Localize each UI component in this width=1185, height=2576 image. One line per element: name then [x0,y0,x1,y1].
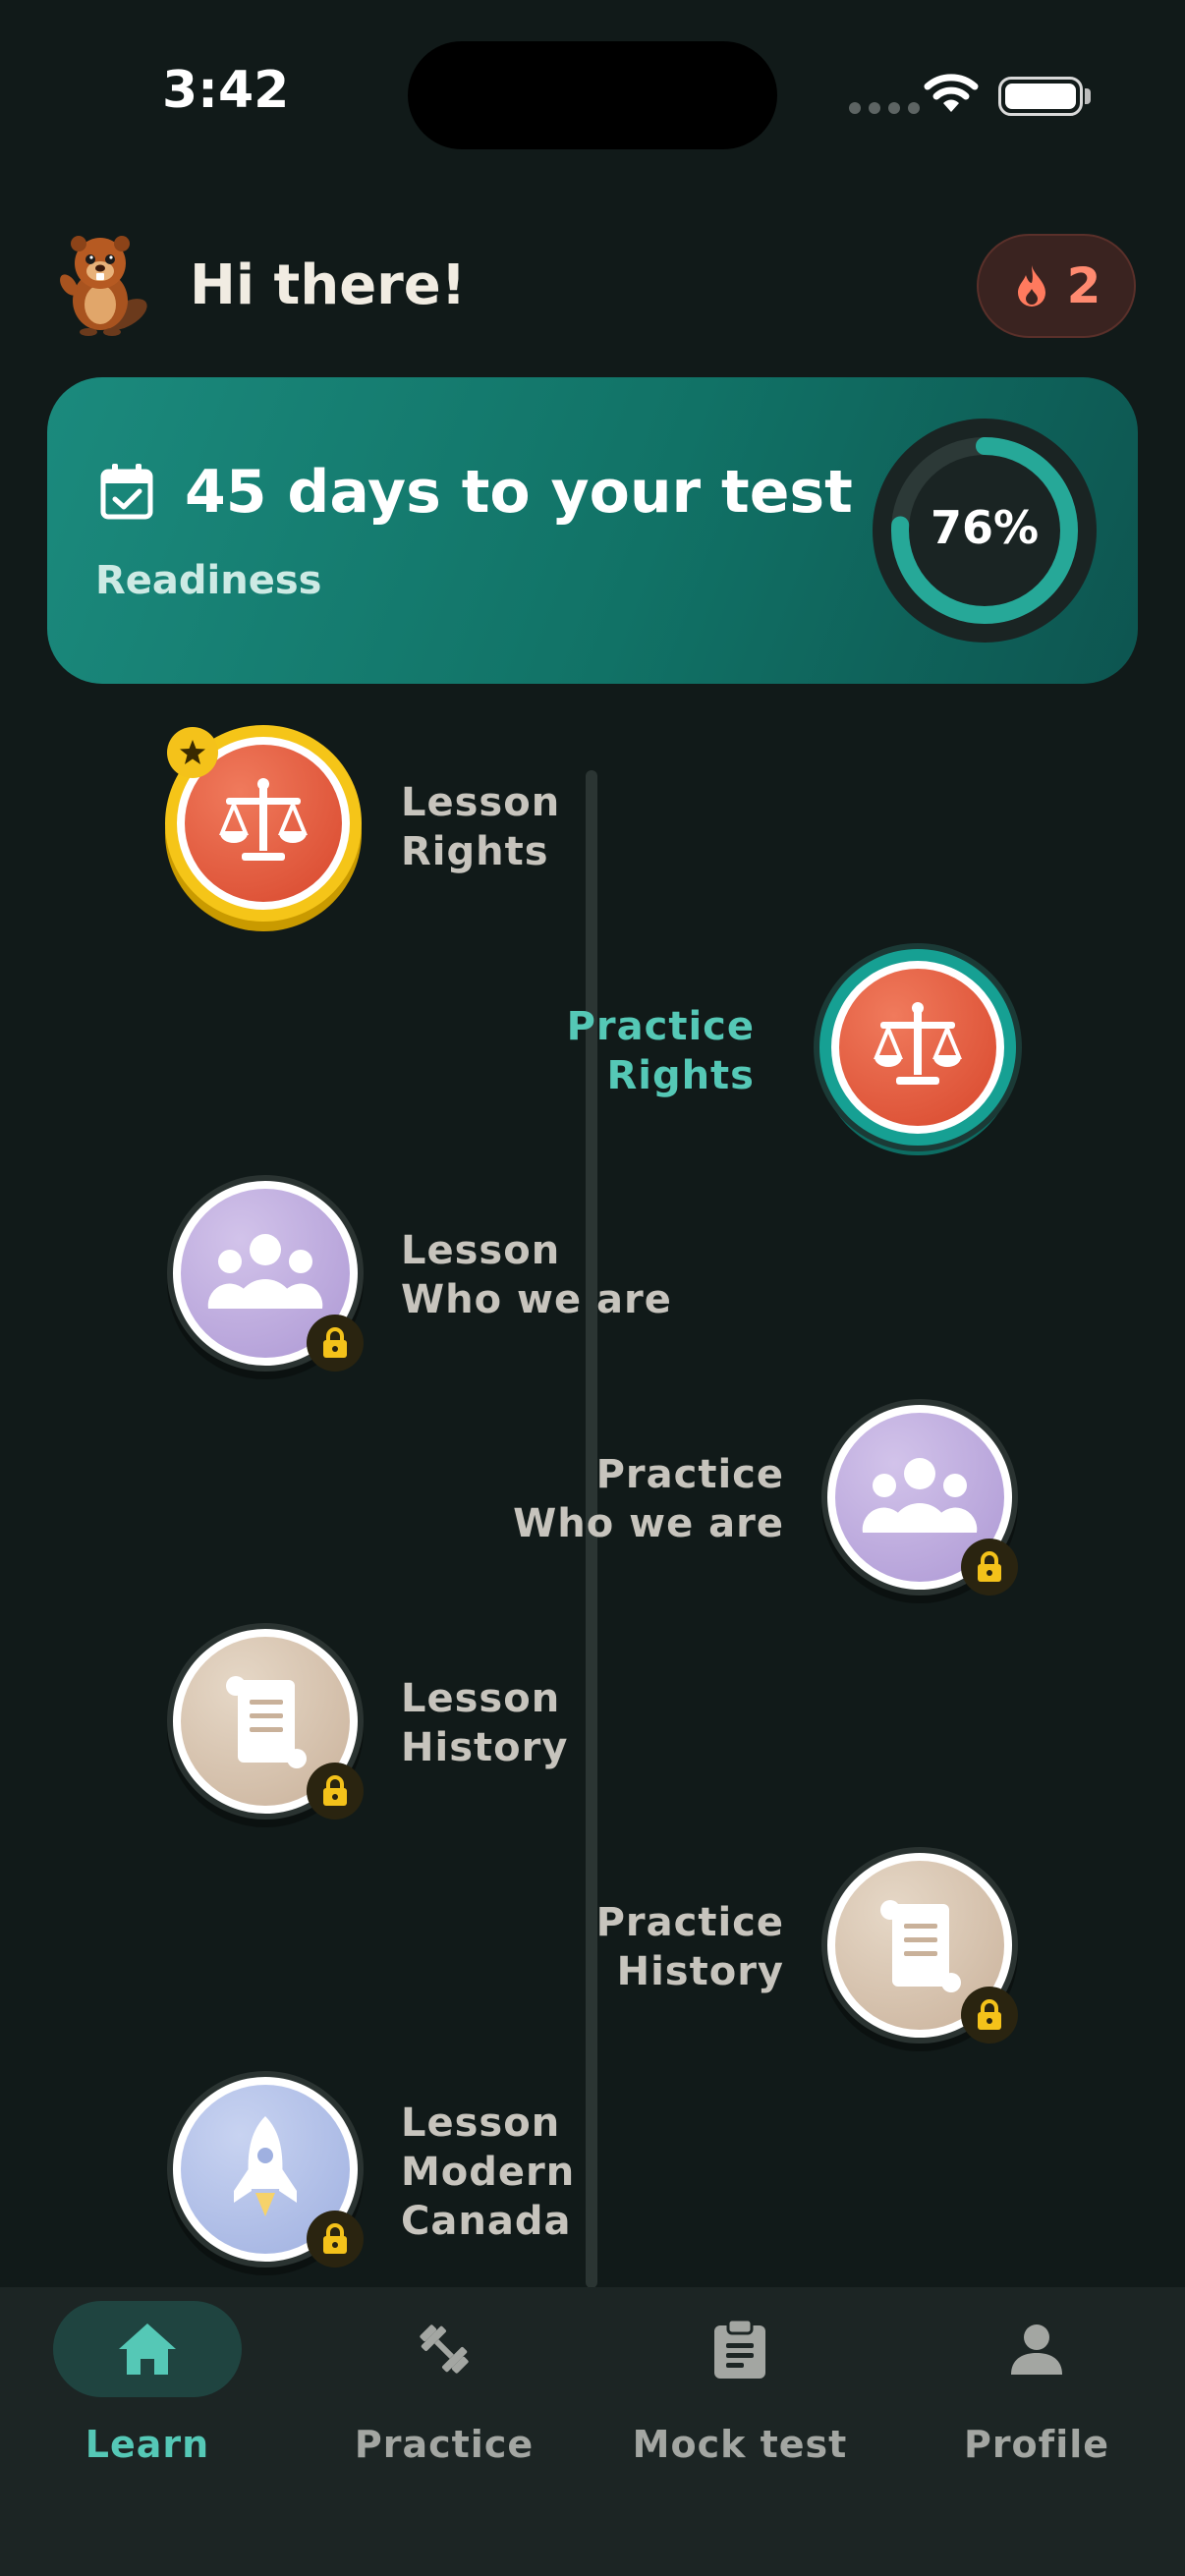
streak-count: 2 [1066,257,1101,314]
node-label-lesson-who-we-are: Lesson Who we are [401,1226,672,1324]
lock-badge [961,1539,1018,1596]
node-practice-rights[interactable] [819,949,1016,1146]
node-topic: Rights [606,1053,755,1098]
flame-icon [1017,265,1045,307]
node-kind: Lesson [401,2100,561,2146]
person-icon [1011,2324,1062,2375]
node-lesson-rights[interactable] [165,725,362,922]
node-label-practice-rights: Practice Rights [511,1002,755,1100]
node-kind: Lesson [401,780,561,825]
people-icon [207,1234,323,1309]
node-lesson-history[interactable] [167,1623,364,1820]
node-label-lesson-rights: Lesson Rights [401,778,560,876]
dumbbell-icon [420,2324,469,2374]
nav-learn[interactable]: Learn [29,2301,265,2478]
node-topic: Rights [401,829,549,874]
cellular-signal-icon [849,102,920,114]
node-lesson-who-we-are[interactable] [167,1175,364,1372]
lock-badge [307,2211,364,2268]
node-topic: History [616,1949,784,1994]
nav-practice-label: Practice [354,2423,535,2466]
status-time: 3:42 [162,61,290,120]
star-badge [167,727,218,778]
lock-icon [978,1999,1001,2030]
readiness-percent: 76% [930,501,1040,554]
greeting-title: Hi there! [190,253,467,317]
node-topic: Who we are [401,1277,672,1322]
clipboard-icon [714,2318,765,2379]
node-kind: Practice [566,1004,755,1049]
lock-badge [307,1763,364,1820]
node-topic-line: Modern [401,2150,576,2195]
node-practice-who-we-are[interactable] [821,1399,1018,1596]
node-label-lesson-history: Lesson History [401,1674,568,1772]
people-icon [862,1458,978,1533]
battery-icon [998,77,1083,116]
nav-mock-test[interactable]: Mock test [622,2301,858,2478]
node-label-practice-who-we-are: Practice Who we are [491,1450,784,1548]
rocket-icon [234,2116,297,2216]
node-label-lesson-modern-canada: Lesson Modern Canada [401,2099,575,2246]
home-icon [119,2324,176,2375]
node-practice-history[interactable] [821,1847,1018,2044]
beaver-mascot-icon [60,236,147,336]
node-lesson-modern-canada[interactable] [167,2071,364,2268]
readiness-label: Readiness [95,558,322,603]
node-kind: Lesson [401,1676,561,1721]
nav-mock-test-pill [646,2301,834,2397]
scroll-icon [880,1900,961,1992]
nav-profile-label: Profile [963,2423,1110,2466]
node-topic-line: Canada [401,2199,572,2244]
node-label-practice-history: Practice History [550,1898,784,1996]
nav-practice[interactable]: Practice [326,2301,562,2478]
lock-icon [323,2223,347,2254]
scales-icon [874,1002,962,1085]
node-kind: Practice [595,1900,784,1945]
nav-practice-pill [350,2301,538,2397]
nav-learn-label: Learn [85,2423,210,2466]
lock-icon [978,1551,1001,1582]
countdown-title: 45 days to your test [185,458,853,527]
calendar-check-icon [100,464,153,520]
lock-badge [961,1987,1018,2044]
scales-icon [219,778,308,861]
nav-mock-test-label: Mock test [632,2423,848,2466]
nav-learn-pill [53,2301,242,2397]
lock-icon [323,1775,347,1806]
streak-badge[interactable]: 2 [977,234,1136,338]
node-kind: Practice [595,1452,784,1497]
node-kind: Lesson [401,1228,561,1273]
node-topic: History [401,1725,569,1770]
star-icon [180,740,205,764]
lock-badge [307,1315,364,1372]
node-topic: Who we are [513,1501,784,1546]
dynamic-island [408,41,777,149]
nav-profile[interactable]: Profile [919,2301,1155,2478]
nav-profile-pill [942,2301,1131,2397]
lock-icon [323,1327,347,1358]
scroll-icon [226,1676,307,1768]
wifi-icon [924,74,979,112]
